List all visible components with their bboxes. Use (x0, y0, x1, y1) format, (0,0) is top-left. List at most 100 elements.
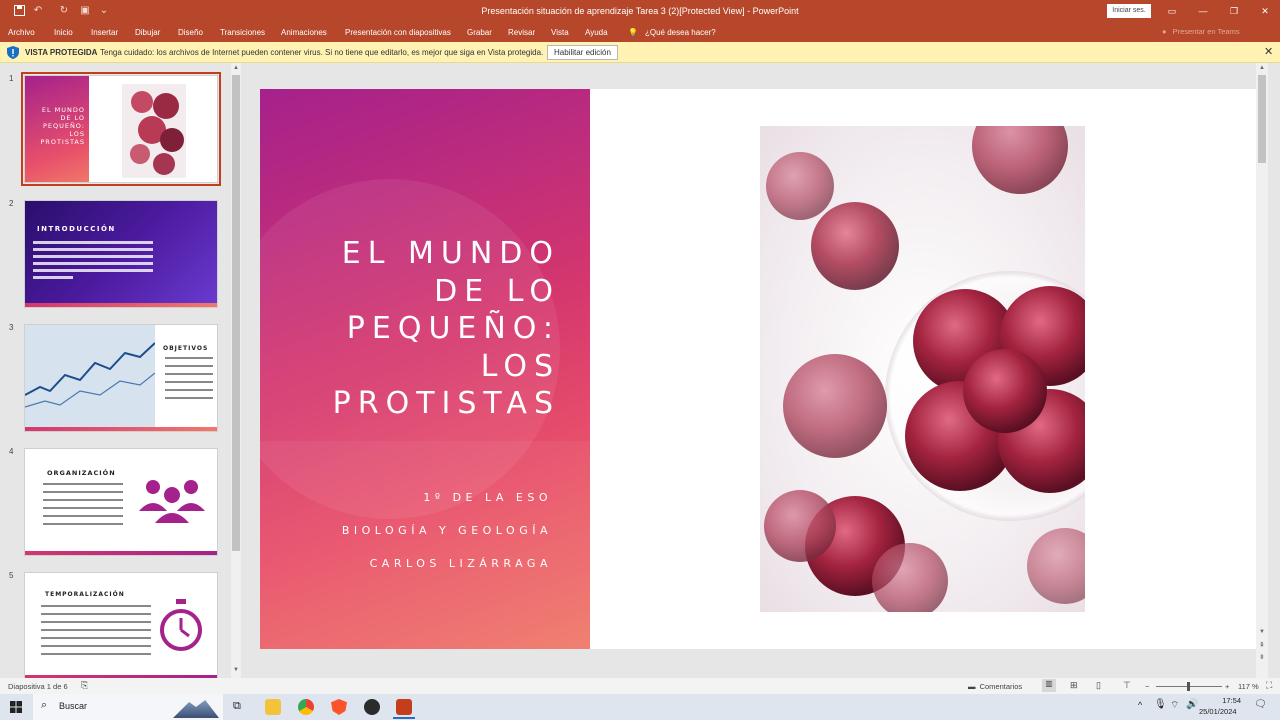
fit-to-window-icon[interactable]: ⛶ (1266, 680, 1272, 691)
volume-icon[interactable]: 🔊 (1186, 699, 1198, 710)
text-line (33, 255, 153, 258)
thumbnail-slide-4[interactable]: ORGANIZACIÓN (24, 448, 218, 556)
text-line (165, 381, 213, 383)
file-explorer-icon[interactable] (265, 699, 281, 715)
thumbnail-slide-2[interactable]: INTRODUCCIÓN (24, 200, 218, 308)
brave-icon[interactable] (331, 699, 347, 715)
slide-sorter-icon[interactable]: ⊞ (1070, 680, 1078, 691)
text-line (43, 515, 123, 517)
text-line (41, 613, 151, 615)
tab-dibujar[interactable]: Dibujar (135, 28, 160, 37)
thumbnail-title: ORGANIZACIÓN (47, 469, 116, 477)
show-hidden-icons-icon[interactable]: ^ (1138, 700, 1142, 710)
tab-insertar[interactable]: Insertar (91, 28, 118, 37)
next-slide-icon[interactable]: ⇟ (1259, 653, 1265, 661)
title-panel: EL MUNDO DE LO PEQUEÑO: LOS PROTISTAS 1º… (260, 89, 590, 649)
slide-scrollbar[interactable]: ▲ ▼ ⇞ ⇟ (1256, 63, 1268, 678)
text-line (33, 269, 153, 272)
current-slide[interactable]: EL MUNDO DE LO PEQUEÑO: LOS PROTISTAS 1º… (260, 89, 1256, 649)
slide-subtitle-subject[interactable]: BIOLOGÍA Y GEOLOGÍA (342, 524, 552, 537)
text-line (43, 499, 123, 501)
previous-slide-icon[interactable]: ⇞ (1259, 641, 1265, 649)
tab-ayuda[interactable]: Ayuda (585, 28, 608, 37)
tab-diseno[interactable]: Diseño (178, 28, 203, 37)
powerpoint-icon[interactable] (396, 699, 412, 715)
zoom-level[interactable]: 117 % (1238, 682, 1259, 691)
close-bar-icon[interactable]: ✕ (1264, 45, 1273, 58)
thumbnail-slide-1[interactable]: EL MUNDO DE LO PEQUEÑO: LOS PROTISTAS (21, 72, 221, 186)
zoom-slider-thumb[interactable] (1187, 682, 1190, 691)
thumbnail-number: 3 (9, 323, 14, 332)
tab-vista[interactable]: Vista (551, 28, 569, 37)
thumbnail-slide-5[interactable]: TEMPORALIZACIÓN (24, 572, 218, 680)
search-highlight-image (173, 700, 219, 718)
scroll-down-icon[interactable]: ▼ (1259, 629, 1265, 635)
thumbnail-title: EL MUNDO DE LO PEQUEÑO: LOS PROTISTAS (40, 106, 85, 146)
normal-view-icon[interactable]: ▥ (1042, 679, 1056, 692)
chrome-icon[interactable] (298, 699, 314, 715)
text-line (41, 605, 151, 607)
text-line (41, 653, 151, 655)
decorative-band (260, 441, 590, 649)
text-line (33, 241, 153, 244)
microphone-icon[interactable]: 🎙 (1154, 699, 1167, 710)
scroll-down-icon[interactable]: ▼ (233, 667, 239, 673)
scrollbar-thumb[interactable] (232, 75, 240, 551)
comments-button[interactable]: ▬ Comentarios (968, 682, 1022, 691)
cells-photo[interactable] (760, 126, 1085, 612)
slide-subtitle-course[interactable]: 1º DE LA ESO (423, 491, 552, 504)
text-line (43, 483, 123, 485)
thumbnail-cells-image (122, 84, 186, 178)
maximize-button[interactable]: ❐ (1224, 4, 1244, 18)
tab-archivo[interactable]: Archivo (8, 28, 35, 37)
slide-title[interactable]: EL MUNDO DE LO PEQUEÑO: LOS PROTISTAS (280, 235, 560, 423)
tab-grabar[interactable]: Grabar (467, 28, 492, 37)
slide-subtitle-author[interactable]: CARLOS LIZÁRRAGA (370, 557, 552, 570)
scroll-up-icon[interactable]: ▲ (1259, 65, 1265, 71)
scroll-up-icon[interactable]: ▲ (233, 65, 239, 71)
teams-icon: ● (1162, 27, 1167, 36)
text-line (165, 389, 213, 391)
minimize-button[interactable]: — (1193, 4, 1213, 18)
cells-image (764, 126, 1085, 612)
zoom-in-button[interactable]: + (1225, 682, 1229, 691)
clock-date[interactable]: 25/01/2024 (1199, 707, 1237, 716)
text-line (43, 507, 123, 509)
present-in-teams-button[interactable]: ● Presentar en Teams (1162, 27, 1240, 36)
comment-icon: ▬ (968, 682, 976, 691)
lightbulb-icon: 💡 (628, 28, 638, 37)
zoom-out-button[interactable]: − (1145, 682, 1149, 691)
accent-strip (25, 303, 217, 307)
thumbnail-title: INTRODUCCIÓN (37, 225, 116, 233)
tab-presentacion[interactable]: Presentación con diapositivas (345, 28, 451, 37)
active-app-indicator (393, 717, 415, 719)
accessibility-icon[interactable]: ⎘ (81, 680, 88, 691)
text-line (33, 262, 153, 265)
tab-transiciones[interactable]: Transiciones (220, 28, 265, 37)
reading-view-icon[interactable]: ▯ (1096, 680, 1101, 691)
slideshow-icon[interactable]: ⊤ (1123, 680, 1131, 691)
windows-start-icon[interactable] (10, 701, 22, 713)
thumbnails-scrollbar[interactable]: ▲ ▼ (231, 63, 241, 678)
scrollbar-thumb[interactable] (1258, 75, 1266, 163)
tell-me-search[interactable]: ¿Qué desea hacer? (645, 28, 716, 37)
text-line (41, 645, 151, 647)
wifi-icon[interactable]: ⌔ (1170, 699, 1179, 712)
thumbnail-slide-3[interactable]: OBJETIVOS (24, 324, 218, 432)
close-window-button[interactable]: ✕ (1255, 4, 1275, 18)
tab-inicio[interactable]: Inicio (54, 28, 73, 37)
ribbon-display-options-icon[interactable]: ▭ (1162, 4, 1182, 18)
task-view-icon[interactable]: ⧉ (233, 700, 241, 713)
thumbnail-stock-chart-image (25, 325, 155, 427)
protected-view-bar: VISTA PROTEGIDA Tenga cuidado: los archi… (0, 42, 1280, 63)
enable-editing-button[interactable]: Habilitar edición (547, 45, 618, 60)
notifications-icon[interactable]: 🗨 (1254, 699, 1267, 710)
taskbar-search-box[interactable]: ⌕ Buscar (33, 694, 223, 720)
clock-time[interactable]: 17:54 (1203, 696, 1241, 705)
sign-in-button[interactable]: Iniciar ses. (1107, 4, 1151, 18)
slide-thumbnails-pane: 1 EL MUNDO DE LO PEQUEÑO: LOS PROTISTAS … (0, 63, 244, 680)
tab-revisar[interactable]: Revisar (508, 28, 535, 37)
text-line (165, 397, 213, 399)
tab-animaciones[interactable]: Animaciones (281, 28, 327, 37)
app-icon[interactable] (364, 699, 380, 715)
